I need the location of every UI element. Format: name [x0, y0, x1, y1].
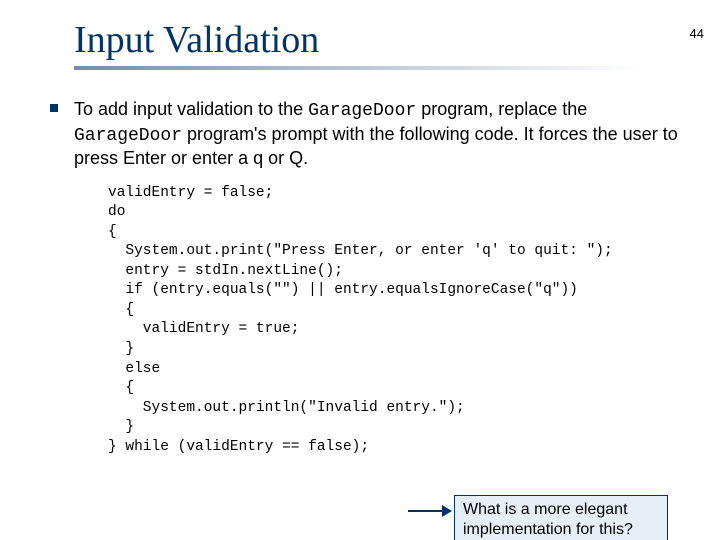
- code-line: validEntry = true;: [108, 321, 299, 337]
- page-number: 44: [690, 26, 704, 41]
- code-line: {: [108, 302, 134, 318]
- arrow-head-icon: [442, 505, 452, 517]
- para-code-2: GarageDoor: [74, 126, 182, 146]
- title-underline: [74, 66, 644, 70]
- callout-line-1: What is a more elegant: [463, 501, 628, 518]
- code-line: if (entry.equals("") || entry.equalsIgno…: [108, 282, 578, 298]
- bullet-icon: [50, 104, 58, 112]
- callout-arrow: [408, 504, 448, 518]
- code-line: do: [108, 204, 125, 220]
- code-line: System.out.print("Press Enter, or enter …: [108, 243, 613, 259]
- para-text-2: program, replace the: [416, 99, 587, 119]
- code-line: else: [108, 361, 160, 377]
- callout-line-2: implementation for this?: [463, 521, 633, 538]
- para-text-1: To add input validation to the: [74, 99, 308, 119]
- code-line: }: [108, 341, 134, 357]
- code-line: validEntry = false;: [108, 185, 273, 201]
- callout-box: What is a more elegant implementation fo…: [454, 495, 668, 540]
- code-line: entry = stdIn.nextLine();: [108, 263, 343, 279]
- slide-title: Input Validation: [74, 18, 720, 62]
- code-block: validEntry = false; do { System.out.prin…: [108, 184, 720, 458]
- code-line: } while (validEntry == false);: [108, 439, 369, 455]
- intro-paragraph: To add input validation to the GarageDoo…: [74, 98, 680, 170]
- code-line: System.out.println("Invalid entry.");: [108, 400, 465, 416]
- code-line: {: [108, 224, 117, 240]
- code-line: {: [108, 380, 134, 396]
- code-line: }: [108, 419, 134, 435]
- para-code-1: GarageDoor: [308, 101, 416, 121]
